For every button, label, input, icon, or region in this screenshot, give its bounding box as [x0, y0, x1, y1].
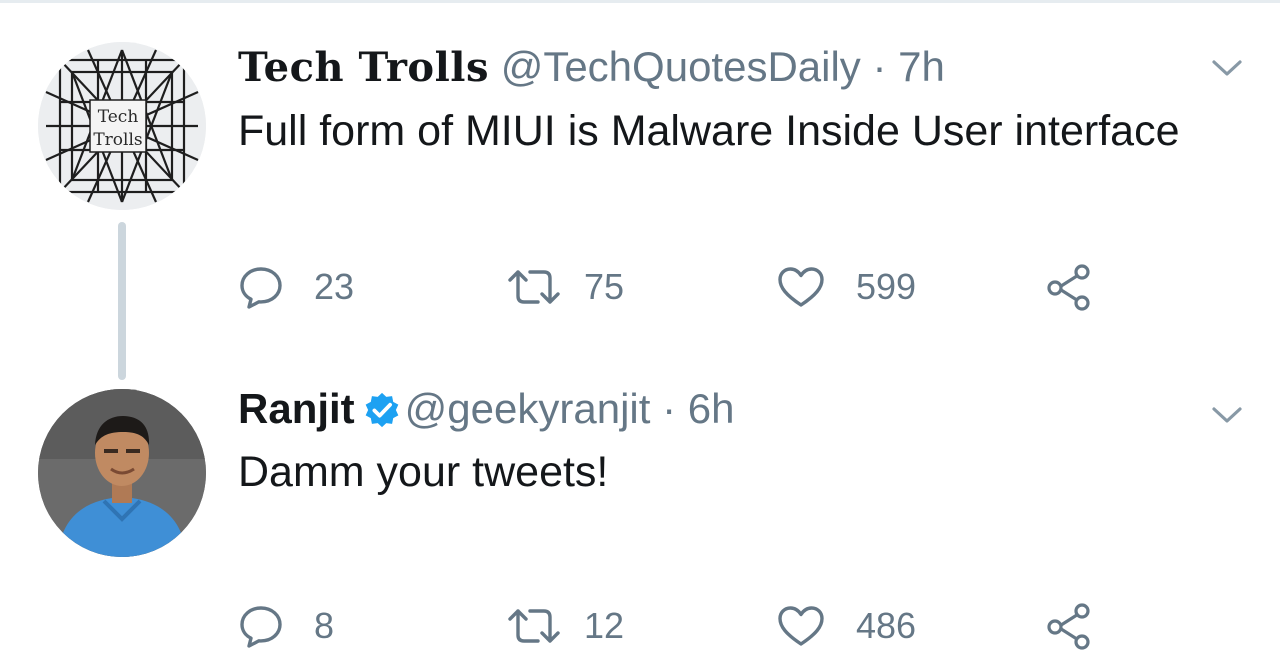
- tweet[interactable]: Tech Trolls Tech Trolls @TechQuotesDaily…: [0, 0, 1280, 330]
- retweet-button[interactable]: 12: [506, 601, 624, 651]
- chevron-down-icon[interactable]: [1210, 50, 1244, 84]
- tweet-header: Tech Trolls @TechQuotesDaily · 7h: [238, 42, 945, 93]
- heart-outline-icon: [778, 606, 824, 646]
- retweet-button[interactable]: 75: [506, 262, 624, 312]
- speech-bubble-icon: [240, 606, 282, 648]
- separator-dot: ·: [662, 385, 677, 432]
- avatar[interactable]: [38, 389, 206, 557]
- avatar-photo: [38, 389, 206, 557]
- share-button[interactable]: [1044, 262, 1094, 312]
- avatar-logo-text-line2: Trolls: [93, 130, 142, 150]
- verified-badge-icon: [365, 392, 399, 428]
- tweet-actions: 23 75 599: [238, 262, 1118, 312]
- chevron-down-icon[interactable]: [1210, 397, 1244, 431]
- user-handle[interactable]: @geekyranjit: [405, 385, 651, 432]
- tweet-text: Damm your tweets!: [238, 448, 609, 496]
- retweet-arrows-icon: [508, 609, 560, 643]
- tweet-header: Ranjit @geekyranjit · 6h: [238, 384, 734, 434]
- tweet-actions: 8 12 486: [238, 601, 1118, 651]
- share-nodes-icon: [1047, 603, 1090, 650]
- tweet-text: Full form of MIUI is Malware Inside User…: [238, 107, 1180, 155]
- like-button[interactable]: 486: [776, 601, 916, 651]
- like-button[interactable]: 599: [776, 262, 916, 312]
- reply-button[interactable]: 23: [238, 262, 354, 312]
- timestamp[interactable]: 7h: [898, 43, 945, 90]
- avatar-image: Tech Trolls: [38, 42, 206, 210]
- share-button[interactable]: [1044, 601, 1094, 651]
- retweet-arrows-icon: [508, 270, 560, 304]
- user-handle[interactable]: @TechQuotesDaily: [501, 43, 861, 90]
- reply-button[interactable]: 8: [238, 601, 334, 651]
- speech-bubble-icon: [240, 267, 282, 309]
- tweet[interactable]: Ranjit @geekyranjit · 6h Damm your tweet…: [0, 385, 1280, 662]
- separator-dot: ·: [872, 43, 887, 90]
- like-count: 599: [856, 266, 917, 307]
- retweet-count: 75: [584, 266, 625, 307]
- display-name[interactable]: Ranjit: [238, 385, 355, 432]
- reply-count: 23: [314, 266, 355, 307]
- share-nodes-icon: [1047, 264, 1090, 311]
- timestamp[interactable]: 6h: [688, 385, 735, 432]
- heart-outline-icon: [778, 267, 824, 307]
- retweet-count: 12: [584, 605, 625, 646]
- avatar[interactable]: Tech Trolls: [38, 42, 206, 210]
- avatar-logo-text-line1: Tech: [98, 107, 139, 127]
- like-count: 486: [856, 605, 917, 646]
- display-name[interactable]: Tech Trolls: [238, 44, 489, 91]
- reply-count: 8: [314, 605, 335, 646]
